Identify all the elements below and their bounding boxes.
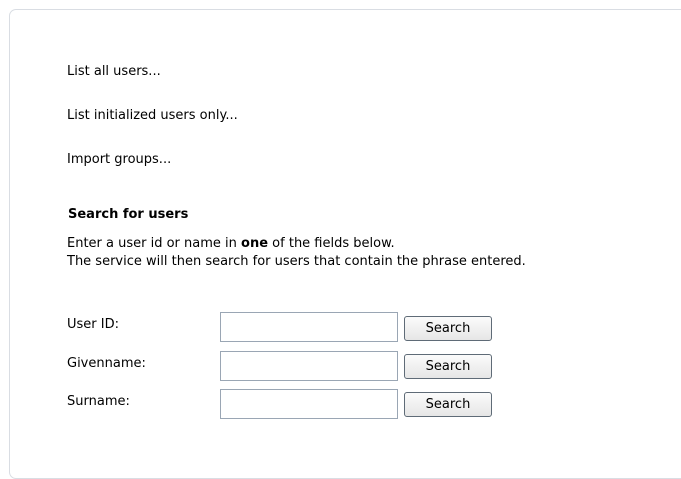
instruction-emphasis: one: [241, 236, 269, 251]
search-givenname-button[interactable]: Search: [404, 354, 492, 379]
search-user-id-button[interactable]: Search: [404, 316, 492, 341]
list-initialized-users-link[interactable]: List initialized users only...: [67, 108, 238, 123]
givenname-input[interactable]: [220, 351, 398, 381]
givenname-label: Givenname:: [67, 356, 146, 371]
instruction-text-before: Enter a user id or name in: [67, 236, 242, 251]
surname-label: Surname:: [67, 394, 130, 409]
surname-input[interactable]: [220, 389, 398, 419]
list-all-users-link[interactable]: List all users...: [67, 64, 161, 79]
search-instruction-line1: Enter a user id or name in one of the fi…: [67, 236, 395, 251]
search-surname-button[interactable]: Search: [404, 392, 492, 417]
search-instruction-line2: The service will then search for users t…: [67, 254, 526, 269]
user-id-label: User ID:: [67, 317, 119, 332]
search-section-title: Search for users: [68, 207, 189, 222]
user-id-input[interactable]: [220, 312, 398, 342]
instruction-text-after: of the fields below.: [268, 236, 395, 251]
import-groups-link[interactable]: Import groups...: [67, 152, 171, 167]
